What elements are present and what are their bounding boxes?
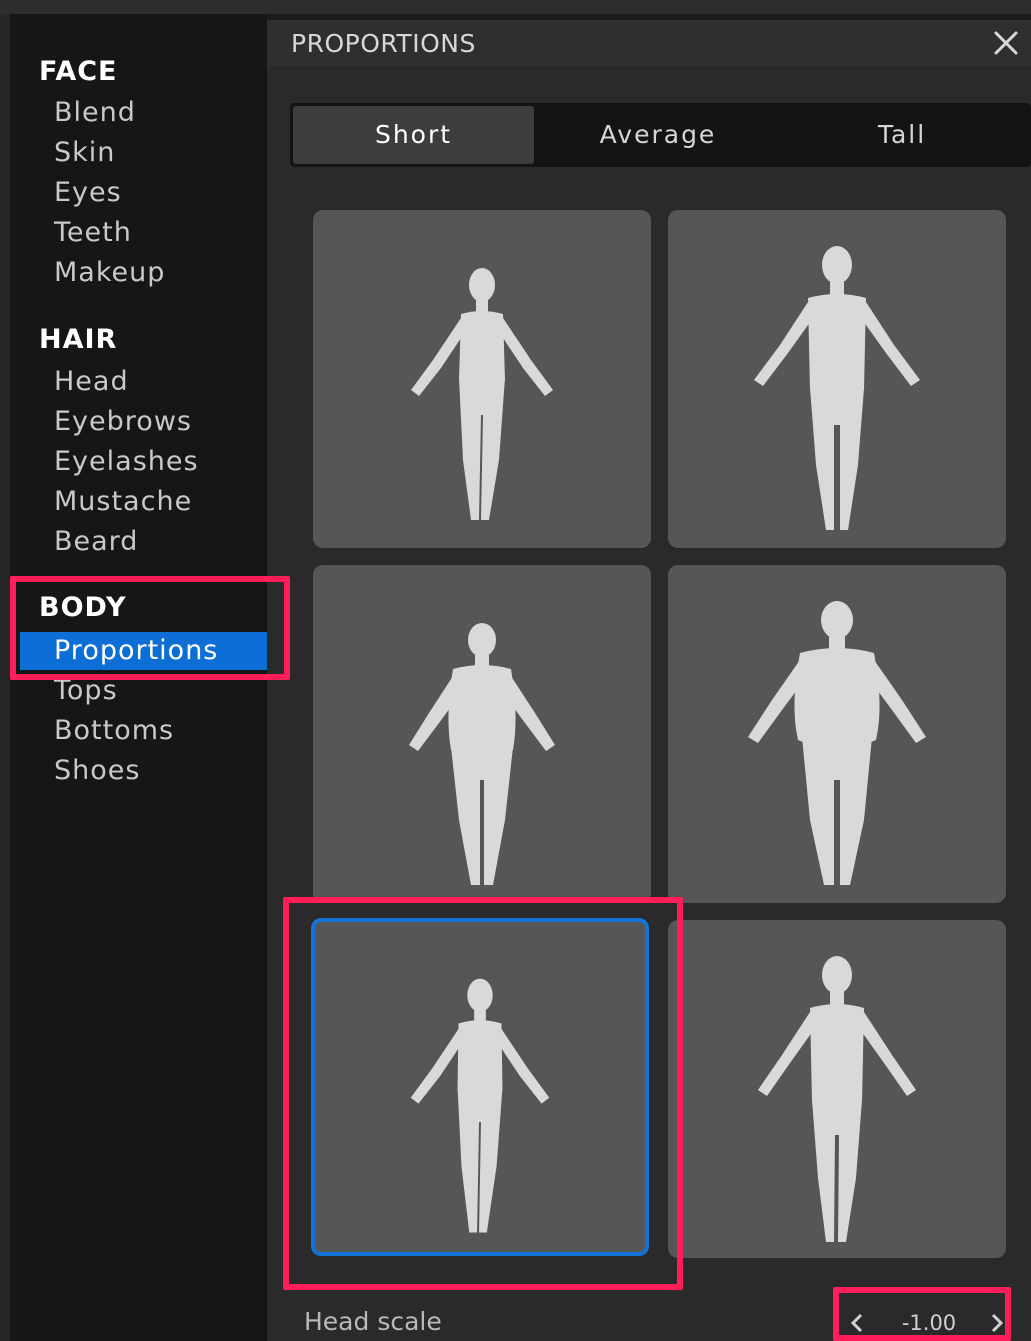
sidebar-item-eyelashes[interactable]: Eyelashes xyxy=(54,443,199,481)
sidebar-item-skin[interactable]: Skin xyxy=(54,134,115,172)
body-male-slim-icon xyxy=(754,246,920,530)
head-scale-value: -1.00 xyxy=(901,1311,957,1335)
body-female-slim-icon xyxy=(411,268,553,520)
window-edge xyxy=(0,14,10,1341)
sidebar-item-blend[interactable]: Blend xyxy=(54,94,136,132)
sidebar-item-teeth[interactable]: Teeth xyxy=(54,214,132,252)
title-strip xyxy=(0,0,1031,14)
body-male-heavy-icon xyxy=(748,601,926,885)
sidebar-item-eyes[interactable]: Eyes xyxy=(54,174,122,212)
body-female-athletic-icon xyxy=(410,978,550,1233)
panel-header: PROPORTIONS xyxy=(267,20,1031,68)
proportions-panel: PROPORTIONS Short Average Tall Head scal… xyxy=(267,20,1031,1341)
tab-tall[interactable]: Tall xyxy=(782,106,1022,164)
chevron-left-icon[interactable] xyxy=(843,1305,871,1341)
preset-card[interactable] xyxy=(313,565,651,903)
section-face-heading: FACE xyxy=(39,56,118,87)
preset-card-selected[interactable] xyxy=(311,918,649,1256)
sidebar-item-mustache[interactable]: Mustache xyxy=(54,483,192,521)
sidebar-item-tops[interactable]: Tops xyxy=(54,672,118,710)
tab-average[interactable]: Average xyxy=(538,106,778,164)
preset-card[interactable] xyxy=(668,920,1006,1258)
section-hair-heading: HAIR xyxy=(39,324,118,355)
sidebar-item-shoes[interactable]: Shoes xyxy=(54,752,140,790)
body-female-heavy-icon xyxy=(409,623,555,885)
chevron-right-icon[interactable] xyxy=(983,1305,1011,1341)
section-body-heading: BODY xyxy=(39,592,127,623)
head-scale-label: Head scale xyxy=(304,1307,442,1336)
tab-short[interactable]: Short xyxy=(293,106,534,164)
sidebar-item-beard[interactable]: Beard xyxy=(54,523,138,561)
sidebar-item-head[interactable]: Head xyxy=(54,363,129,401)
preset-card[interactable] xyxy=(668,210,1006,548)
close-icon[interactable] xyxy=(991,28,1021,58)
sidebar-item-bottoms[interactable]: Bottoms xyxy=(54,712,174,750)
preset-card[interactable] xyxy=(668,565,1006,903)
sidebar-item-eyebrows[interactable]: Eyebrows xyxy=(54,403,192,441)
height-tabs: Short Average Tall xyxy=(290,103,1031,167)
preset-card[interactable] xyxy=(313,210,651,548)
sidebar-item-proportions[interactable]: Proportions xyxy=(20,632,267,670)
sidebar: FACE Blend Skin Eyes Teeth Makeup HAIR H… xyxy=(10,14,267,1341)
head-scale-stepper: -1.00 xyxy=(839,1305,1019,1341)
body-male-athletic-icon xyxy=(758,956,916,1242)
panel-title: PROPORTIONS xyxy=(291,29,476,58)
app-window: FACE Blend Skin Eyes Teeth Makeup HAIR H… xyxy=(0,0,1031,1341)
sidebar-item-makeup[interactable]: Makeup xyxy=(54,254,165,292)
